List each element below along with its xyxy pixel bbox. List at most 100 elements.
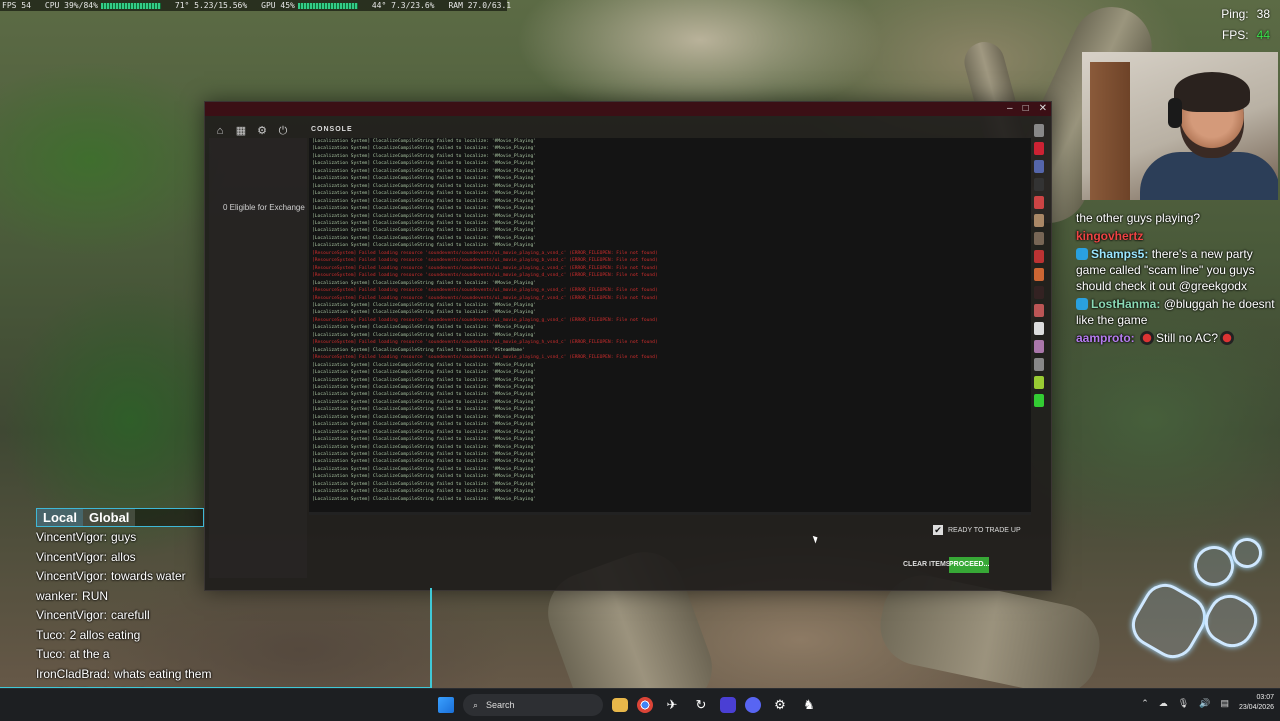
game-chat-username: IronCladBrad: (36, 666, 111, 681)
file-explorer-icon[interactable] (612, 698, 628, 712)
console-error-line: [ResourceSystem] Failed loading resource… (312, 258, 658, 264)
console-line: [Localization System] ClocalizeCompileSt… (312, 444, 537, 450)
settings-icon[interactable]: ⚙ (770, 695, 790, 715)
console-line: [Localization System] ClocalizeCompileSt… (312, 489, 537, 495)
console-line: [Localization System] ClocalizeCompileSt… (312, 332, 537, 338)
game-icon[interactable]: ♞ (799, 695, 819, 715)
chrome-icon[interactable] (637, 697, 653, 713)
console-line: [Localization System] ClocalizeCompileSt… (312, 235, 537, 241)
stream-chat-message: Shamps5: there's a new party game called… (1076, 246, 1276, 294)
console-line: [Localization System] ClocalizeCompileSt… (312, 377, 537, 383)
game-chat-username: VincentVigor: (36, 530, 107, 544)
console-error-line: [ResourceSystem] Failed loading resource… (312, 288, 658, 294)
console-line: [Localization System] ClocalizeCompileSt… (312, 399, 537, 405)
fps-value: 44 (1256, 28, 1270, 42)
console-error-line: [ResourceSystem] Failed loading resource… (312, 295, 658, 301)
settings-icon[interactable]: ⚙ (255, 124, 269, 138)
ready-label: READY TO TRADE UP (948, 526, 1021, 534)
console-line: [Localization System] ClocalizeCompileSt… (312, 310, 537, 316)
proceed-button[interactable]: PROCEED... (949, 557, 989, 573)
clock-time: 03:07 (1256, 694, 1274, 701)
power-icon[interactable]: ⏻ (276, 124, 290, 138)
game-chat-messages: VincentVigor: guys VincentVigor: allos Vince… (36, 528, 276, 704)
chevron-up-icon[interactable]: ⌃ (1141, 698, 1149, 709)
console-line: [Localization System] ClocalizeCompileSt… (312, 496, 537, 502)
game-chat-username: Tuco: (36, 627, 66, 642)
cloud-icon[interactable]: ☁ (1159, 698, 1168, 709)
emote-icon (1140, 331, 1155, 345)
clear-items-button[interactable]: CLEAR ITEMS (903, 561, 950, 568)
console-line: [Localization System] ClocalizeCompileSt… (312, 481, 537, 487)
minimize-icon[interactable]: – (1007, 102, 1013, 116)
console-line: [Localization System] ClocalizeCompileSt… (312, 370, 537, 376)
game-chat-username: wanker: (36, 588, 79, 603)
console-line: [Localization System] ClocalizeCompileSt… (312, 213, 537, 219)
search-icon: ⌕ (473, 699, 479, 710)
item-icon-strip (1031, 124, 1047, 584)
water-ability-icon[interactable] (1196, 586, 1266, 656)
checkbox-check-icon[interactable]: ✔ (933, 525, 943, 535)
console-line: [Localization System] ClocalizeCompileSt… (312, 183, 537, 189)
network-hud: Ping: 38 FPS: 44 (1221, 4, 1270, 46)
console-log[interactable]: [Localization System] ClocalizeCompileSt… (309, 138, 1031, 515)
mic-icon[interactable]: 🎙 (1178, 698, 1189, 709)
console-line: [Localization System] ClocalizeCompileSt… (312, 429, 537, 435)
game-chat-line: VincentVigor: guys (36, 528, 276, 548)
clock[interactable]: 03:07 23/04/2026 (1239, 693, 1274, 713)
chat-frame-edge (430, 588, 432, 688)
console-line: [Localization System] ClocalizeCompileSt… (312, 325, 537, 331)
console-line: [Localization System] ClocalizeCompileSt… (312, 206, 537, 212)
console-line: [Localization System] ClocalizeCompileSt… (312, 146, 537, 152)
calculator-icon[interactable] (720, 697, 736, 713)
home-icon[interactable]: ⌂ (213, 124, 227, 138)
tab-local[interactable]: Local (37, 509, 83, 526)
game-chat-text: whats eating them (114, 666, 212, 681)
game-chat: Local Global VincentVigor: guys VincentVig… (36, 508, 211, 700)
console-line: [Localization System] ClocalizeCompileSt… (312, 347, 525, 353)
windows-start-icon[interactable] (438, 697, 454, 713)
network-icon[interactable]: ▤ (1220, 698, 1229, 709)
console-line: [Localization System] ClocalizeCompileSt… (312, 191, 537, 197)
console-line: [Localization System] ClocalizeCompileSt… (312, 407, 537, 413)
console-line: [Localization System] ClocalizeCompileSt… (312, 302, 537, 308)
inventory-icon[interactable]: ▦ (234, 124, 248, 138)
console-line: [Localization System] ClocalizeCompileSt… (312, 474, 537, 480)
chat-username: kingovhertz (1076, 229, 1144, 243)
fps-label: FPS: (1221, 28, 1249, 42)
volume-icon[interactable]: 🔊 (1199, 698, 1210, 709)
game-chat-line: IronCladBrad: whats eating them (36, 665, 276, 685)
game-chat-text: 2 allos eating (69, 627, 141, 642)
cpu-detail-stat: 71° 5.23/15.56% (174, 1, 248, 10)
console-line: [Localization System] ClocalizeCompileSt… (312, 176, 537, 182)
chat-text: the other guys playing? (1076, 211, 1201, 225)
game-chat-line: Tuco: 2 allos eating (36, 626, 276, 646)
gpu-detail-stat: 44° 7.3/23.6% (371, 1, 435, 10)
performance-overlay: FPS 54 CPU 39%/84% 71° 5.23/15.56% GPU 4… (0, 0, 511, 11)
console-error-line: [ResourceSystem] Failed loading resource… (312, 250, 658, 256)
stream-chat-message: the other guys playing? (1076, 210, 1276, 226)
maximize-icon[interactable]: □ (1023, 102, 1029, 116)
window-titlebar[interactable]: – □ ✕ (205, 102, 1051, 116)
refresh-app-icon[interactable]: ↻ (691, 695, 711, 715)
stream-chat-message: aamproto: Still no AC? (1076, 330, 1276, 346)
chat-badge-icon (1076, 248, 1088, 260)
taskbar-search[interactable]: ⌕ Search (463, 694, 603, 716)
console-error-line: [ResourceSystem] Failed loading resource… (312, 317, 658, 323)
search-placeholder: Search (486, 700, 515, 710)
game-chat-username: VincentVigor: (36, 569, 107, 583)
console-window: – □ ✕ ⌂ ▦ ⚙ ⏻ CONSOLE 0 Eligible for Exc… (204, 101, 1052, 591)
footprint-ability-icon[interactable] (1123, 575, 1215, 667)
tab-global[interactable]: Global (82, 509, 136, 526)
console-line: [Localization System] ClocalizeCompileSt… (312, 422, 537, 428)
console-line: [Localization System] ClocalizeCompileSt… (312, 362, 537, 368)
steam-icon[interactable]: ✈ (662, 695, 682, 715)
gpu-stat: GPU 45% (261, 0, 358, 11)
console-line: [Localization System] ClocalizeCompileSt… (312, 392, 537, 398)
chat-username: LostHanma: (1091, 297, 1161, 311)
discord-icon[interactable] (745, 697, 761, 713)
game-chat-text: RUN (82, 588, 109, 603)
ready-to-trade-checkbox[interactable]: ✔ READY TO TRADE UP (933, 525, 1021, 535)
game-chat-text: carefull (110, 608, 150, 622)
system-tray: ⌃ ☁ 🎙 🔊 ▤ 03:07 23/04/2026 (1141, 693, 1274, 713)
close-icon[interactable]: ✕ (1039, 102, 1047, 116)
